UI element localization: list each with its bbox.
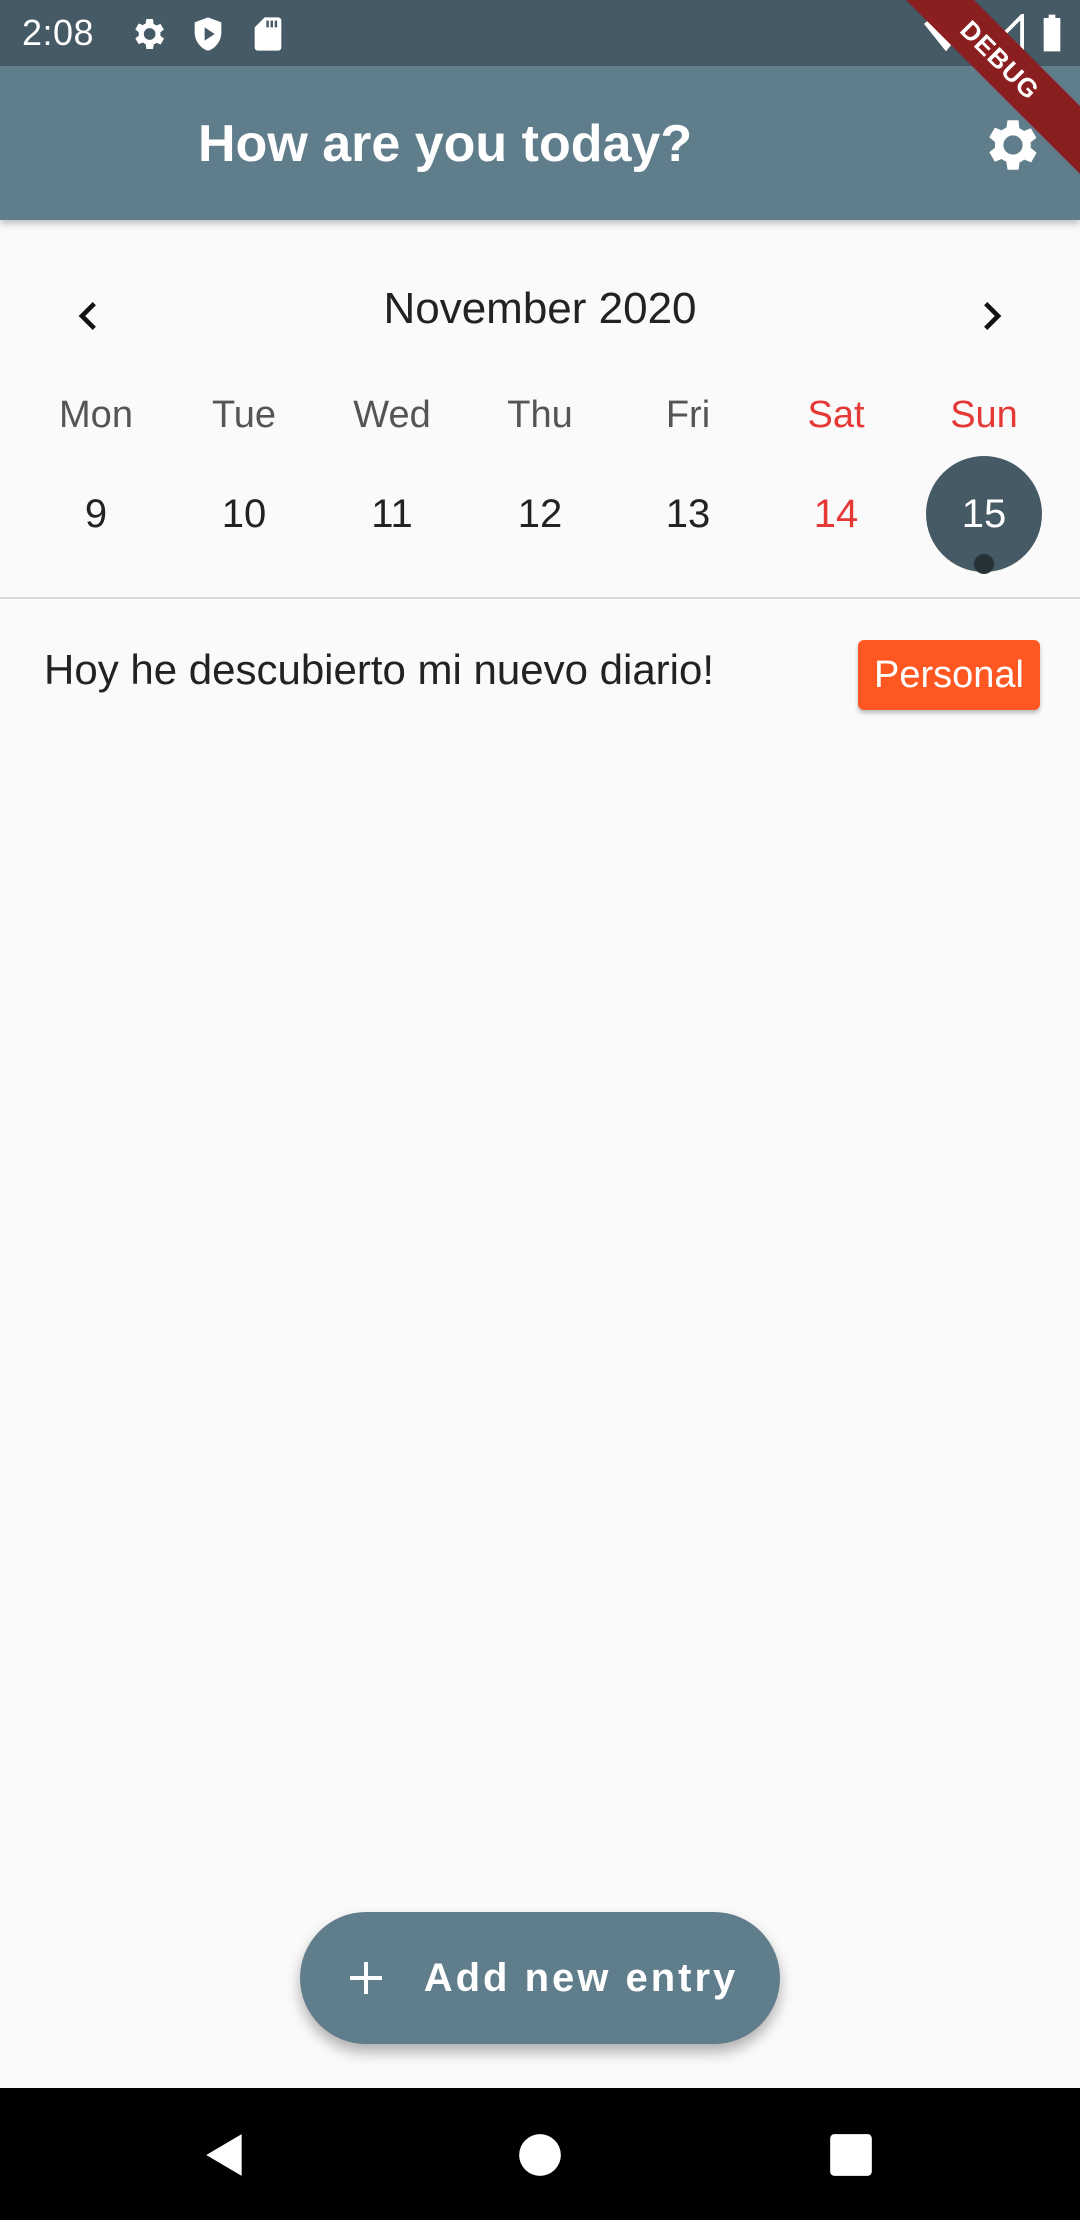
weekday-label: Sat (807, 394, 865, 436)
recents-icon (830, 2134, 872, 2176)
status-time: 2:08 (22, 12, 95, 53)
home-icon (519, 2134, 561, 2176)
nav-back-button[interactable] (200, 2130, 250, 2180)
day-cell-selected[interactable]: 15 (910, 456, 1058, 574)
add-entry-label: Add new entry (423, 1955, 739, 2000)
nav-recents-button[interactable] (826, 2130, 876, 2180)
weekday-header: Mon Tue Wed Thu Fri Sat Sun (22, 394, 1058, 437)
entry-text: Hoy he descubierto mi nuevo diario! (44, 646, 715, 693)
week-calendar: November 2020 Mon Tue Wed Thu Fri Sat Su… (0, 220, 1080, 599)
add-entry-button[interactable]: Add new entry (300, 1912, 780, 2044)
settings-icon (135, 19, 164, 49)
weekday-label: Wed (353, 394, 431, 436)
nav-home-button[interactable] (515, 2130, 565, 2180)
chevron-right-icon (984, 302, 1002, 330)
sd-card-icon (254, 17, 282, 51)
day-cell[interactable]: 13 (614, 456, 762, 572)
category-tag: Personal (858, 640, 1040, 710)
weekday-label: Sun (950, 394, 1018, 436)
page-title: How are you today? (198, 115, 693, 173)
event-marker-dot (974, 554, 994, 574)
day-cell[interactable]: 10 (170, 456, 318, 572)
weekday-label: Thu (507, 394, 573, 436)
month-title[interactable]: November 2020 (0, 284, 1080, 334)
day-cell[interactable]: 11 (318, 456, 466, 572)
next-week-button[interactable] (964, 288, 1020, 344)
day-cell[interactable]: 12 (466, 456, 614, 572)
battery-icon (1043, 14, 1061, 52)
day-row: 9 10 11 12 13 14 15 (22, 456, 1058, 574)
system-nav-bar (0, 2088, 1080, 2220)
weekday-label: Fri (665, 394, 711, 436)
plus-icon (349, 1962, 382, 1994)
entry-list-item[interactable]: Hoy he descubierto mi nuevo diario! Pers… (0, 622, 1080, 728)
shield-play-icon (194, 17, 222, 51)
weekday-label: Mon (59, 394, 133, 436)
back-icon (206, 2134, 242, 2176)
day-cell[interactable]: 9 (22, 456, 170, 572)
weekday-label: Tue (211, 394, 277, 436)
day-cell[interactable]: 14 (762, 456, 910, 572)
app-bar: How are you today? (0, 66, 1080, 220)
day-number: 15 (961, 492, 1007, 536)
